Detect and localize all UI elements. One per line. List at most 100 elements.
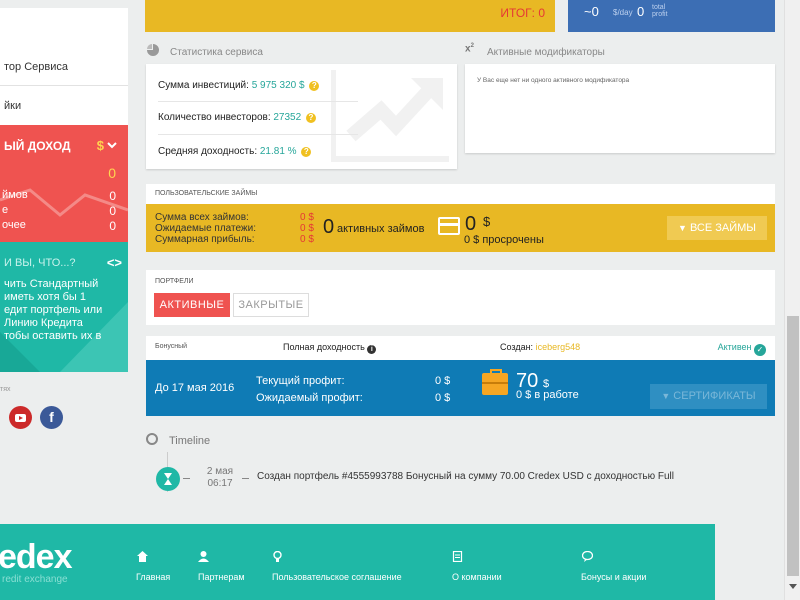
profit-unit: total profit (652, 4, 668, 18)
footer-link-partners[interactable]: Партнерам (198, 572, 245, 582)
income-total: 0 (108, 165, 116, 181)
scrollbar-thumb[interactable] (787, 316, 799, 576)
chevron-down-icon: ▼ (661, 391, 671, 401)
history-icon (146, 433, 158, 445)
portfolio-until: До 17 мая 2016 (155, 382, 235, 394)
tip-title: И ВЫ, ЧТО...? (4, 257, 76, 269)
help-icon[interactable]: ? (305, 113, 316, 123)
loans-overdue: 0 $ просрочены (464, 234, 544, 246)
profit-value: 0 $ (435, 392, 451, 404)
certificates-label: СЕРТИФИКАТЫ (673, 390, 756, 402)
tab-active-portfolios[interactable]: АКТИВНЫЕ (154, 293, 230, 317)
certificates-button[interactable]: ▼ СЕРТИФИКАТЫ (650, 384, 767, 409)
sidebar-item-label: йки (4, 100, 22, 112)
status-label: Активен (717, 342, 752, 352)
stat-label: Сумма инвестиций: (158, 80, 249, 91)
income-row: ймов 0 (2, 189, 116, 203)
tip-card: И ВЫ, ЧТО...? <> чить Стандартный иметь … (0, 242, 128, 372)
income-row: е 0 (2, 204, 116, 218)
check-icon: ✓ (754, 344, 766, 356)
profit-values: 0 $ 0 $ (435, 373, 450, 407)
chevron-down-icon: ▼ (677, 223, 687, 233)
all-loans-button[interactable]: ▼ ВСЕ ЗАЙМЫ (667, 216, 767, 240)
footer-link-about[interactable]: О компании (452, 572, 502, 582)
income-row-label: е (2, 204, 9, 216)
sidebar-item-label: тор Сервиса (4, 61, 68, 73)
event-time: 06:17 (207, 478, 233, 489)
tip-nav-arrows[interactable]: <> (107, 255, 122, 270)
top-total-bar: ИТОГ: 0 (145, 0, 555, 32)
scroll-down-arrow-icon[interactable] (789, 584, 797, 589)
briefcase-icon (482, 369, 508, 395)
loans-value: 0 $ (300, 212, 314, 223)
home-icon (137, 551, 148, 562)
trend-up-icon (331, 70, 449, 162)
stat-label: Средняя доходность: (158, 146, 258, 157)
portfolio-yield: Полная доходность i (283, 342, 377, 354)
chevron-down-icon[interactable] (107, 140, 117, 150)
top-profit-bar: ~0 $/day 0 total profit (568, 0, 775, 32)
profit-labels: Текущий профит: Ожидаемый профит: (256, 373, 363, 407)
loans-labels: Сумма всех займов: Ожидаемые платежи: Су… (155, 212, 256, 245)
modifier-icon: x2 (465, 43, 474, 55)
income-row-label: очее (2, 219, 26, 231)
loans-value: 0 $ (300, 223, 314, 234)
income-currency[interactable]: $ (97, 138, 104, 153)
status-badge: Активен ✓ (718, 342, 766, 356)
per-day-value: ~0 (584, 4, 599, 19)
user-icon (198, 551, 209, 562)
sidebar-item-service-monitor[interactable]: тор Сервиса (0, 48, 128, 86)
portfolios-heading: ПОРТФЕЛИ (155, 278, 194, 285)
timeline-event-date: 2 мая 06:17 (198, 466, 242, 490)
footer: edex redit exchange Главная Партнерам По… (0, 524, 715, 600)
document-icon (452, 551, 463, 562)
divider (158, 134, 358, 135)
footer-tagline: redit exchange (2, 574, 68, 585)
timeline-heading: Timeline (169, 435, 211, 447)
stat-value: 21.81 % (259, 146, 297, 157)
modifiers-card: У Вас еще нет ни одного активного модифи… (465, 64, 775, 153)
footer-link-agreement[interactable]: Пользовательское соглашение (272, 572, 402, 582)
lightbulb-icon (273, 551, 282, 562)
tab-closed-portfolios[interactable]: ЗАКРЫТЫЕ (233, 293, 309, 317)
sidebar-item-settings[interactable]: йки (0, 87, 128, 125)
loans-values: 0 $ 0 $ 0 $ (300, 212, 314, 245)
portfolio-yield-label: Полная доходность (283, 342, 365, 352)
stat-investor-count: Количество инвесторов: 27352 ? (158, 112, 316, 123)
timeline-event-text: Создан портфель #4555993788 Бонусный на … (257, 471, 674, 482)
portfolio-type: Бонусный (155, 343, 188, 350)
income-row-label: ймов (2, 189, 28, 201)
active-loans-count: 0 (323, 216, 335, 238)
help-icon[interactable]: ? (309, 81, 320, 91)
profit-label: Ожидаемый профит: (256, 392, 363, 404)
help-icon[interactable]: ? (301, 147, 312, 157)
stat-value: 5 975 320 $ (251, 80, 305, 91)
income-title: ЫЙ ДОХОД (4, 139, 71, 153)
total-value: ИТОГ: 0 (500, 6, 545, 20)
creator-link[interactable]: iceberg548 (536, 342, 581, 352)
timeline-connector (183, 478, 190, 479)
stats-card: Сумма инвестиций: 5 975 320 $ ? Количест… (146, 64, 457, 169)
sidebar-menu: тор Сервиса йки (0, 8, 128, 125)
portfolio-header: Бонусный Полная доходность i Создан: ice… (146, 336, 775, 360)
loans-amount: 0 (465, 213, 477, 235)
pie-chart-icon (147, 44, 159, 56)
income-row-value: 0 (109, 189, 116, 203)
income-row: очее 0 (2, 219, 116, 233)
footer-logo[interactable]: edex (0, 538, 72, 577)
youtube-icon[interactable] (9, 406, 32, 429)
modifiers-heading: Активные модификаторы (487, 47, 605, 58)
loans-heading: ПОЛЬЗОВАТЕЛЬСКИЕ ЗАЙМЫ (155, 190, 258, 197)
scrollbar[interactable] (784, 0, 800, 600)
profit-label: Текущий профит: (256, 375, 345, 387)
income-widget: ЫЙ ДОХОД $ 0 ймов 0 е 0 очее 0 (0, 125, 128, 242)
income-row-value: 0 (109, 204, 116, 218)
profit-value: 0 (637, 4, 645, 19)
tip-text: чить Стандартный иметь хотя бы 1 едит по… (4, 278, 103, 342)
facebook-icon[interactable]: f (40, 406, 63, 429)
footer-link-home[interactable]: Главная (136, 572, 170, 582)
footer-link-bonuses[interactable]: Бонусы и акции (581, 572, 646, 582)
portfolio-in-work: 0 $ в работе (516, 389, 579, 401)
info-icon[interactable]: i (367, 345, 377, 354)
all-loans-label: ВСЕ ЗАЙМЫ (689, 222, 757, 234)
